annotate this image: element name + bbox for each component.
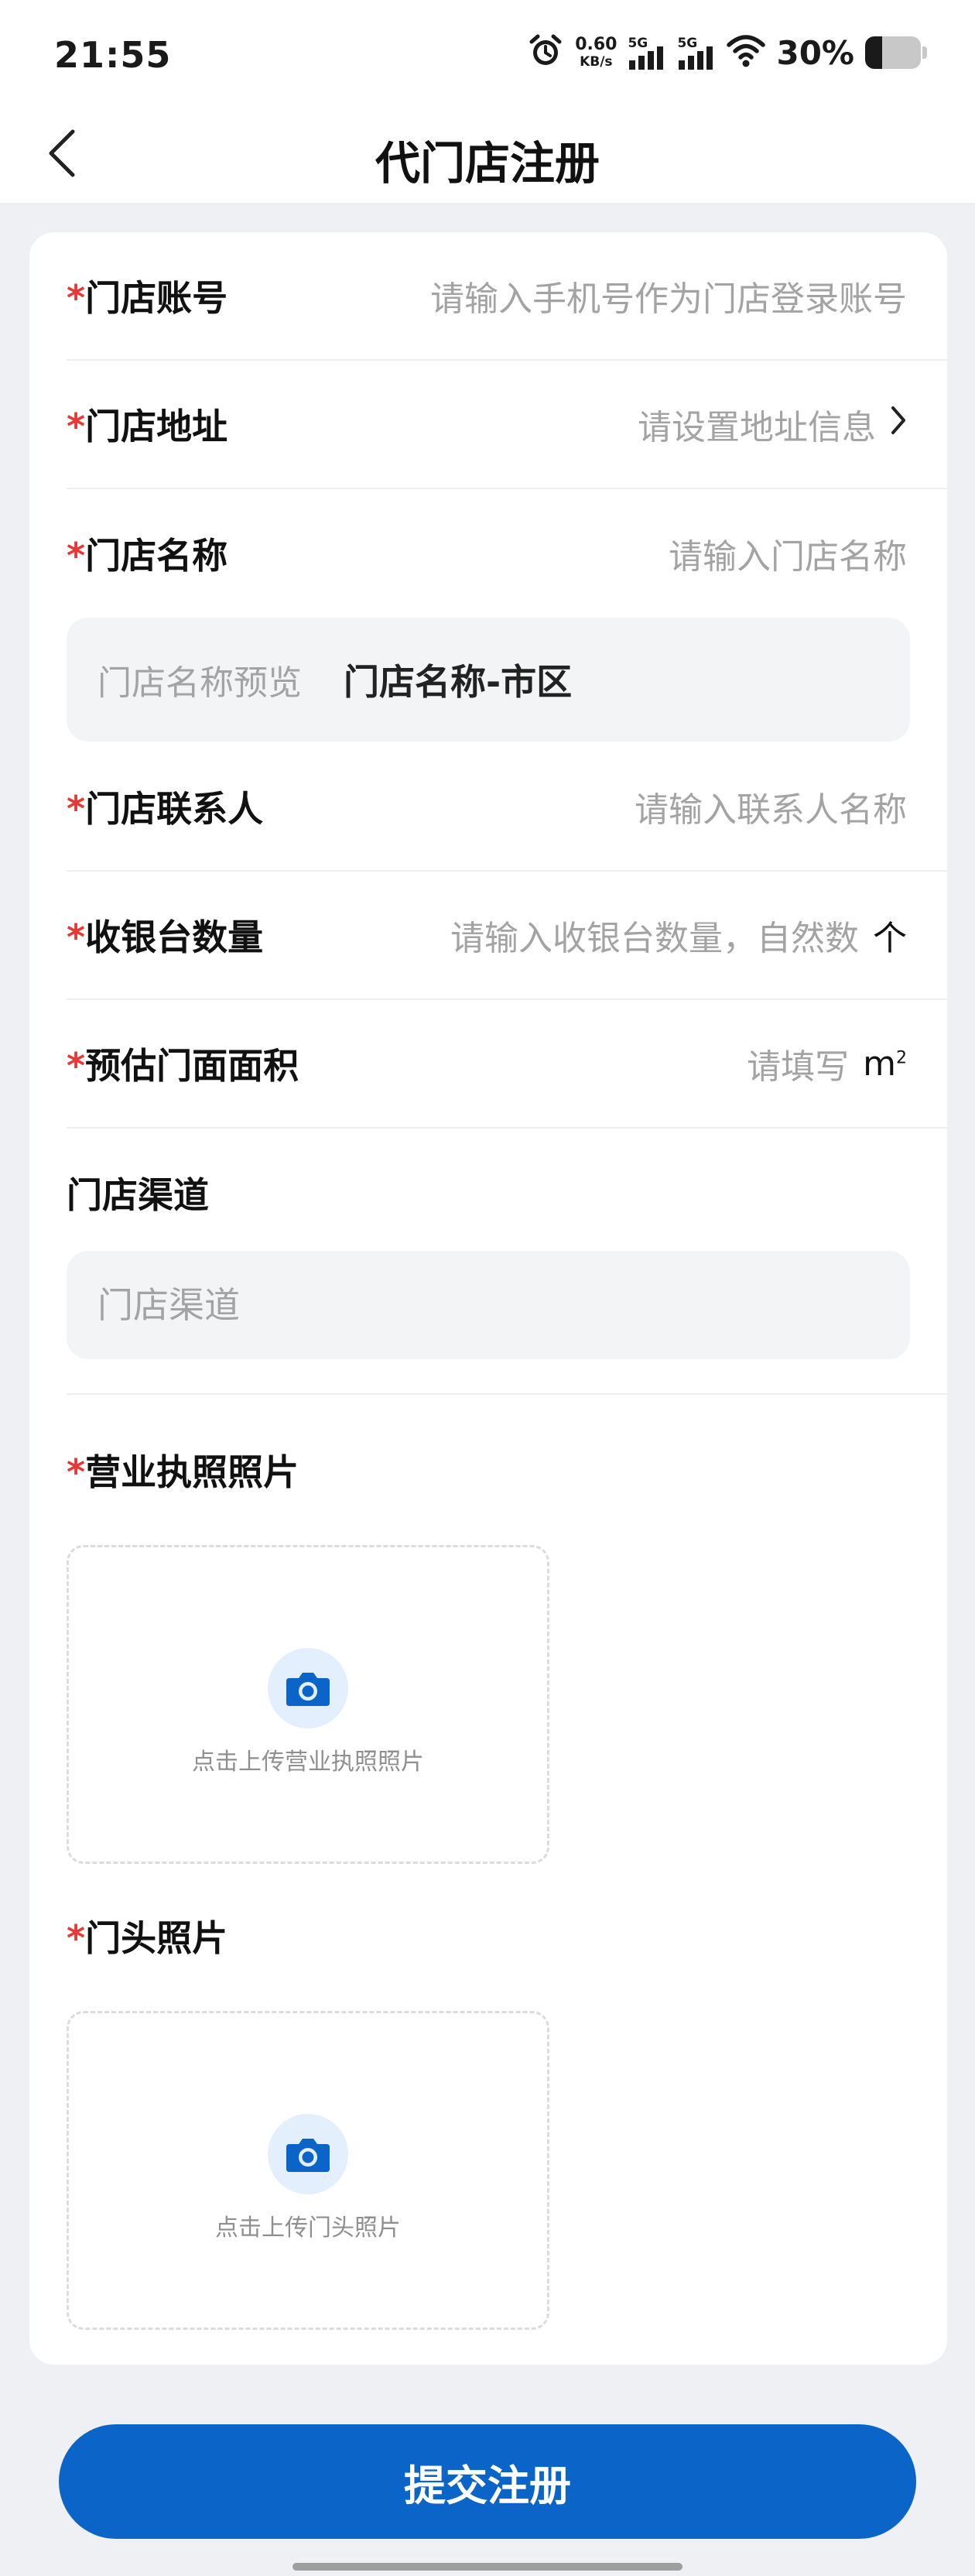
divider [67, 1393, 947, 1395]
channel-label: 门店渠道 [67, 1174, 209, 1216]
name-input[interactable]: 请输入门店名称 [669, 529, 907, 578]
camera-icon [268, 2114, 348, 2194]
storefront-upload[interactable]: 点击上传门头照片 [67, 2011, 549, 2330]
alarm-icon [527, 33, 564, 73]
license-label: *营业执照照片 [67, 1451, 299, 1493]
signal-icon: 5G [677, 36, 716, 70]
nav-bar: 代门店注册 [0, 102, 975, 203]
cashier-input[interactable]: 请输入收银台数量，自然数 个 [450, 910, 907, 960]
area-label: *预估门面面积 [67, 1045, 299, 1087]
form-card: *门店账号 请输入手机号作为门店登录账号 *门店地址 请设置地址信息 *门店名称… [29, 232, 947, 2365]
cashier-row[interactable]: *收银台数量 请输入收银台数量，自然数 个 [67, 872, 947, 1000]
battery-icon [865, 36, 927, 69]
contact-row[interactable]: *门店联系人 请输入联系人名称 [67, 743, 947, 872]
net-speed: 0.60 KB/s [575, 35, 618, 70]
contact-input[interactable]: 请输入联系人名称 [635, 782, 907, 831]
status-icons: 0.60 KB/s 5G 5G 30% [527, 31, 927, 74]
submit-button[interactable]: 提交注册 [59, 2424, 916, 2539]
wifi-icon [727, 34, 766, 71]
channel-input[interactable] [67, 1251, 910, 1359]
cashier-label: *收银台数量 [67, 916, 264, 958]
account-label: *门店账号 [67, 277, 228, 319]
storefront-upload-text: 点击上传门头照片 [215, 2215, 401, 2242]
address-label: *门店地址 [67, 406, 228, 447]
chevron-right-icon [890, 405, 907, 444]
area-input[interactable]: 请填写 m2 [747, 1039, 907, 1088]
name-row[interactable]: *门店名称 请输入门店名称 [67, 489, 947, 618]
cashier-unit: 个 [873, 919, 907, 958]
area-row[interactable]: *预估门面面积 请填写 m2 [67, 1000, 947, 1129]
name-preview: 门店名称预览 门店名称-市区 [67, 618, 910, 742]
status-bar: 21:55 0.60 KB/s 5G 5G 30% [0, 0, 975, 102]
storefront-label: *门头照片 [67, 1917, 228, 1959]
account-row[interactable]: *门店账号 请输入手机号作为门店登录账号 [67, 232, 947, 361]
camera-icon [268, 1648, 348, 1728]
contact-label: *门店联系人 [67, 788, 264, 830]
account-input[interactable]: 请输入手机号作为门店登录账号 [430, 271, 907, 320]
name-preview-value: 门店名称-市区 [344, 661, 573, 703]
page-title: 代门店注册 [375, 137, 600, 190]
address-selector[interactable]: 请设置地址信息 [638, 399, 907, 449]
home-indicator[interactable] [292, 2563, 682, 2571]
name-preview-label: 门店名称预览 [98, 663, 302, 703]
status-time: 21:55 [54, 34, 172, 76]
area-unit: m2 [863, 1043, 907, 1084]
name-label: *门店名称 [67, 535, 228, 577]
battery-percent: 30% [776, 33, 854, 72]
license-upload-text: 点击上传营业执照照片 [192, 1749, 424, 1776]
signal-icon: 5G [628, 36, 666, 70]
address-row[interactable]: *门店地址 请设置地址信息 [67, 361, 947, 489]
license-upload[interactable]: 点击上传营业执照照片 [67, 1545, 549, 1864]
